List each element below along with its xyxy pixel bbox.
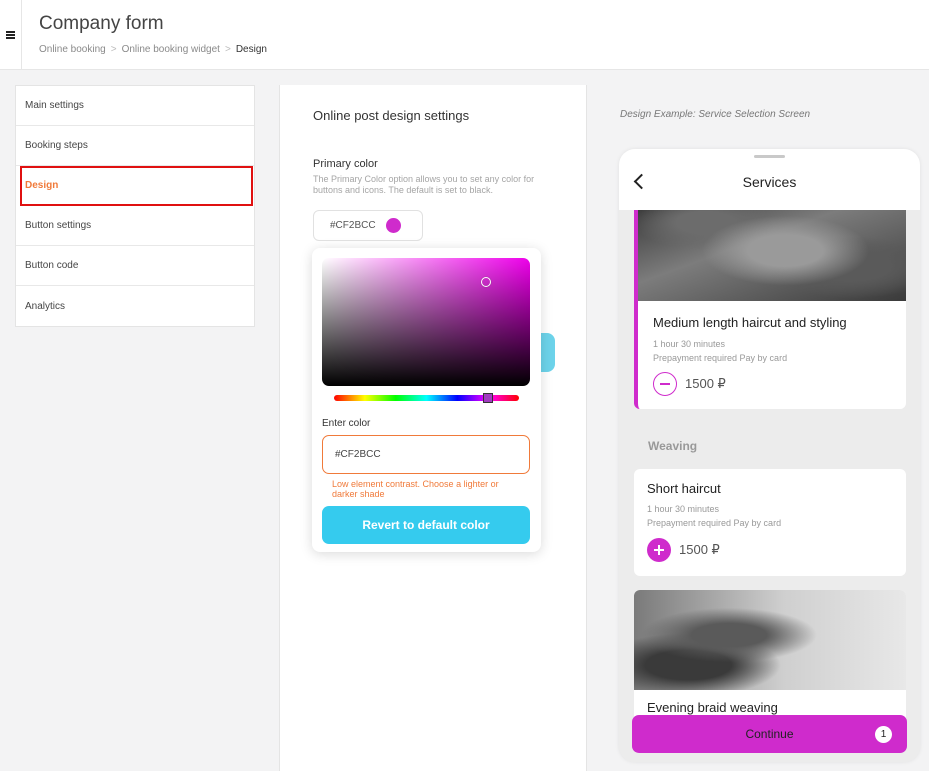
hue-handle[interactable]	[483, 393, 493, 403]
primary-color-label: Primary color	[313, 158, 378, 170]
sidebar-item-analytics[interactable]: Analytics	[16, 286, 254, 326]
drag-handle[interactable]	[754, 155, 785, 158]
color-picker-popup: Enter color Low element contrast. Choose…	[312, 248, 541, 552]
service-photo	[634, 590, 906, 690]
saturation-value-area[interactable]	[322, 258, 530, 386]
price-row: 1500 ₽	[653, 372, 726, 396]
menu-icon[interactable]	[0, 0, 22, 70]
section-title-weaving: Weaving	[648, 439, 698, 453]
phone-preview: Services Medium length haircut and styli…	[619, 149, 920, 762]
service-price: 1500 ₽	[685, 376, 726, 391]
breadcrumb-design: Design	[235, 44, 267, 55]
service-card[interactable]: Evening braid weaving	[634, 590, 906, 730]
service-title: Medium length haircut and styling	[653, 315, 847, 330]
app-header: Company form Online booking > Online boo…	[0, 0, 929, 70]
sidebar-item-design[interactable]: Design	[20, 166, 253, 206]
service-title: Short haircut	[647, 481, 721, 496]
service-meta: 1 hour 30 minutes Prepayment required Pa…	[647, 502, 781, 530]
page-title: Company form	[39, 13, 164, 34]
sidebar-item-booking-steps[interactable]: Booking steps	[16, 126, 254, 166]
breadcrumb: Online booking > Online booking widget >…	[39, 44, 267, 55]
saturation-handle[interactable]	[481, 277, 491, 287]
service-price: 1500 ₽	[679, 542, 720, 557]
color-hex-input[interactable]	[322, 435, 530, 474]
contrast-warning: Low element contrast. Choose a lighter o…	[332, 479, 499, 499]
primary-color-description: The Primary Color option allows you to s…	[313, 174, 535, 195]
service-payment: Prepayment required Pay by card	[647, 518, 782, 528]
preview-caption: Design Example: Service Selection Screen	[620, 109, 811, 120]
sidebar-item-button-code[interactable]: Button code	[16, 246, 254, 286]
settings-title: Online post design settings	[313, 108, 470, 123]
service-card[interactable]: Medium length haircut and styling 1 hour…	[634, 189, 906, 409]
color-dot	[385, 218, 401, 233]
revert-default-color-button[interactable]: Revert to default color	[322, 506, 530, 544]
screen-title: Services	[742, 174, 797, 190]
primary-color-swatch-button[interactable]: #CF2BCC	[313, 210, 423, 241]
primary-color-value: #CF2BCC	[330, 220, 376, 231]
breadcrumb-separator: >	[224, 44, 231, 55]
service-duration: 1 hour 30 minutes	[647, 504, 720, 514]
phone-header: Services	[619, 149, 920, 210]
service-payment: Prepayment required Pay by card	[653, 353, 788, 363]
service-card[interactable]: Short haircut 1 hour 30 minutes Prepayme…	[634, 469, 906, 576]
service-meta: 1 hour 30 minutes Prepayment required Pa…	[653, 337, 787, 365]
continue-button[interactable]: Continue 1	[632, 715, 907, 753]
sidebar-item-button-settings[interactable]: Button settings	[16, 206, 254, 246]
enter-color-label: Enter color	[322, 418, 371, 429]
minus-icon[interactable]	[653, 372, 677, 396]
breadcrumb-online-booking[interactable]: Online booking	[39, 44, 106, 55]
service-title: Evening braid weaving	[647, 700, 778, 715]
sidebar-item-main-settings[interactable]: Main settings	[16, 86, 254, 126]
breadcrumb-online-booking-widget[interactable]: Online booking widget	[122, 44, 220, 55]
settings-sidebar: Main settings Booking steps Design Butto…	[15, 85, 255, 327]
selected-count-badge: 1	[875, 726, 892, 743]
plus-icon[interactable]	[647, 538, 671, 562]
continue-label: Continue	[745, 727, 794, 741]
breadcrumb-separator: >	[110, 44, 117, 55]
price-row: 1500 ₽	[647, 538, 720, 562]
service-duration: 1 hour 30 minutes	[653, 339, 726, 349]
